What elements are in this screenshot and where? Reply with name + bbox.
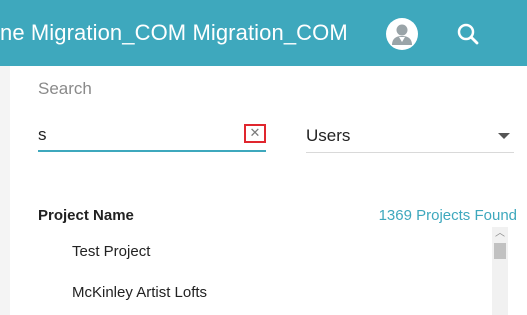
column-header-project-name: Project Name (38, 207, 134, 224)
user-avatar-icon-graphic (392, 24, 412, 45)
list-item[interactable]: McKinley Artist Lofts (72, 284, 207, 301)
chevron-down-icon (498, 133, 510, 139)
close-icon: ✕ (249, 125, 261, 140)
search-label: Search (38, 79, 92, 98)
projects-found-count: 1369 Projects Found (378, 207, 517, 224)
search-icon-graphic (457, 23, 479, 45)
scrollbar-thumb[interactable] (494, 243, 506, 259)
search-input[interactable] (38, 123, 234, 147)
app-header: ne Migration_COM Migration_COM (0, 0, 527, 66)
search-type-selected: Users (306, 126, 351, 145)
header-project-title: ne Migration_COM Migration_COM (0, 20, 348, 45)
search-type-select[interactable]: Users (306, 118, 514, 153)
search-icon[interactable] (455, 21, 481, 47)
search-panel (10, 66, 527, 315)
clear-search-button[interactable]: ✕ (244, 124, 266, 143)
list-item[interactable]: Test Project (72, 243, 150, 260)
user-avatar-icon[interactable] (386, 18, 418, 50)
list-scrollbar[interactable]: ︿ (492, 227, 508, 315)
search-input-underline (38, 150, 266, 152)
scroll-up-arrow-icon[interactable]: ︿ (492, 227, 508, 241)
